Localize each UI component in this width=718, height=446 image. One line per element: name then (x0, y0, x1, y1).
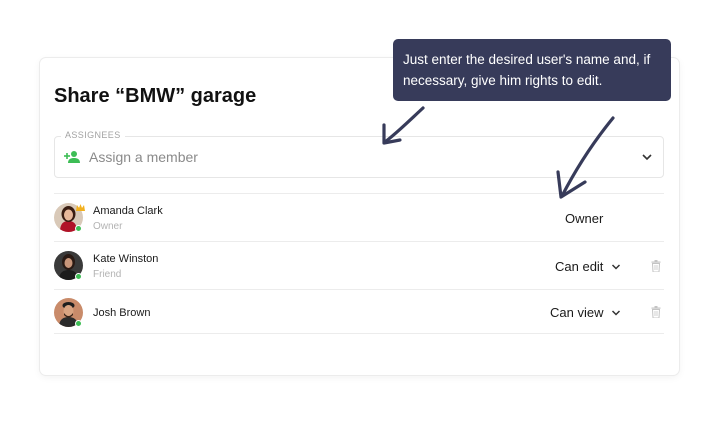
add-user-icon (64, 151, 80, 163)
permission-select[interactable]: Can edit (555, 259, 621, 274)
assign-placeholder: Assign a member (89, 149, 198, 165)
trash-icon[interactable] (651, 260, 661, 272)
list-item: Kate Winston Friend Can edit (54, 241, 664, 289)
online-status-dot (75, 225, 82, 232)
member-role: Owner (93, 221, 123, 232)
member-name: Kate Winston (93, 253, 159, 265)
online-status-dot (75, 273, 82, 280)
dialog-title: Share “BMW” garage (54, 85, 257, 107)
chevron-down-icon (612, 263, 621, 270)
permission-label: Owner (565, 211, 604, 226)
member-role: Friend (93, 269, 122, 280)
permission-select[interactable]: Can view (550, 305, 621, 320)
crown-icon (76, 204, 85, 211)
chevron-down-icon[interactable] (641, 152, 653, 162)
assignees-legend: ASSIGNEES (61, 130, 125, 140)
permission-label: Can view (550, 305, 604, 320)
member-list: Amanda Clark Owner Owner Kate Winston Fr… (54, 193, 664, 334)
chevron-down-icon (612, 309, 621, 316)
online-status-dot (75, 320, 82, 327)
member-name: Josh Brown (93, 307, 151, 319)
member-name: Amanda Clark (93, 205, 163, 217)
share-dialog: Share “BMW” garage ASSIGNEES Assign a me… (40, 58, 679, 375)
assign-member-field[interactable]: ASSIGNEES Assign a member (54, 130, 664, 178)
list-item: Amanda Clark Owner Owner (54, 193, 664, 241)
hint-tooltip: Just enter the desired user's name and, … (393, 39, 671, 101)
stage: Share “BMW” garage ASSIGNEES Assign a me… (0, 0, 718, 446)
list-item: Josh Brown Can view (54, 289, 664, 334)
trash-icon[interactable] (651, 306, 661, 318)
permission-label: Can edit (555, 259, 604, 274)
